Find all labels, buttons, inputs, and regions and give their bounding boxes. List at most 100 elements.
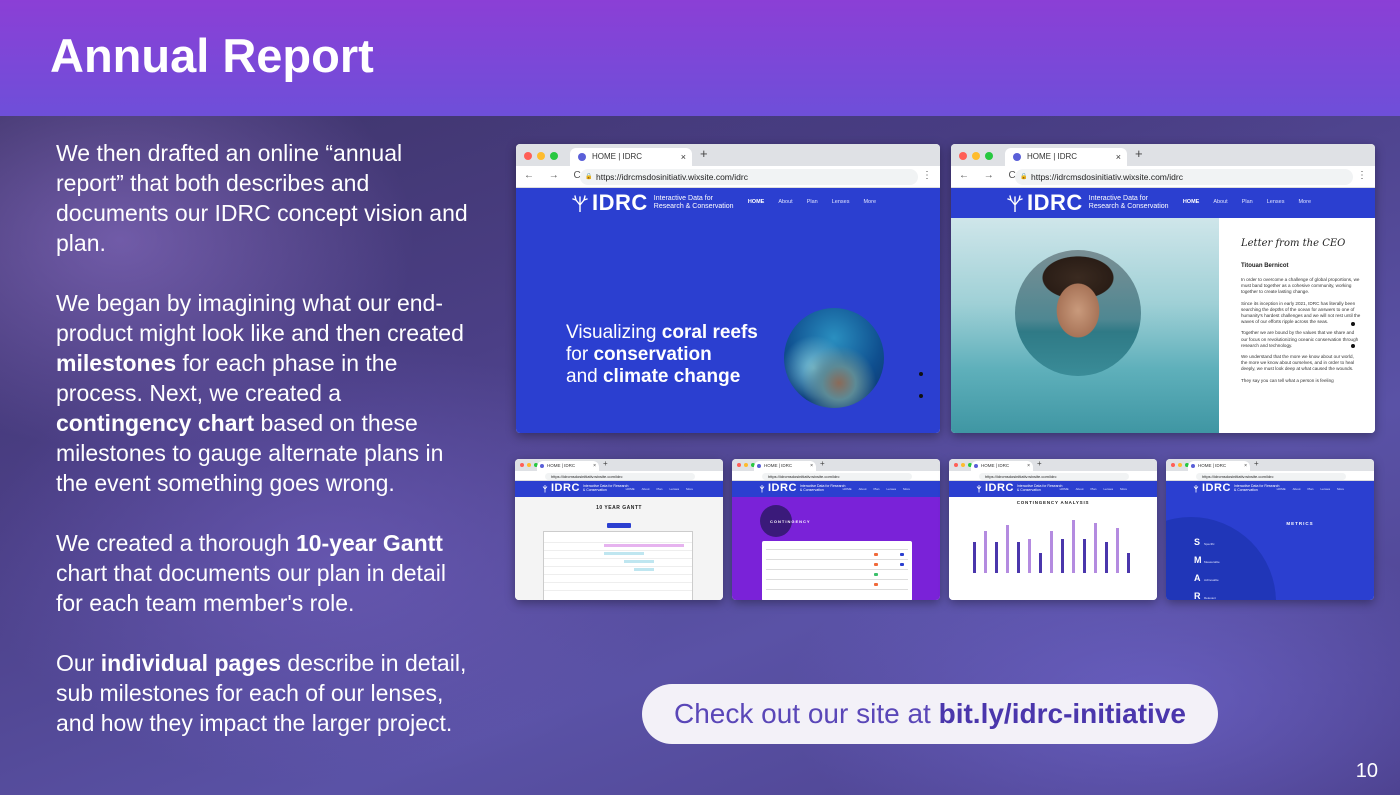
browser-tab: HOME | IDRC × (537, 461, 599, 471)
metrics-title: METRICS (1286, 521, 1314, 526)
logo-text: IDRC (768, 482, 797, 494)
browser-menu-icon: ⋮ (1357, 170, 1367, 181)
site-navbar: IDRC Interactive Data for Research & Con… (1166, 481, 1374, 497)
browser-tabbar: HOME | IDRC × + (1166, 459, 1374, 471)
coral-logo-icon (542, 485, 548, 493)
gantt-page: 10 YEAR GANTT (515, 497, 723, 600)
nav-home: HOME (747, 199, 765, 205)
hero-line3-b: climate change (602, 366, 741, 387)
p1-text: We then drafted an online “annual report… (56, 140, 468, 256)
logo-text: IDRC (985, 482, 1014, 494)
smart-word: Specific (1204, 542, 1215, 546)
minimize-dot-icon (972, 152, 980, 160)
coral-logo-icon (759, 485, 765, 493)
hero-headline: Visualizing coral reefs for conservation… (566, 322, 758, 388)
cta-link[interactable]: bit.ly/idrc-initiative (939, 698, 1186, 729)
browser-screenshot-contingency: HOME | IDRC × + https://idrcmsdosinitiat… (732, 459, 940, 600)
nav-home: HOME (842, 487, 852, 491)
browser-url: https://idrcmsdosinitiativ.wixsite.com/i… (545, 472, 695, 480)
paragraph-annual-report: We then drafted an online “annual report… (56, 138, 476, 258)
metrics-page: METRICS S Specific M Measurable A Achiev… (1166, 497, 1374, 600)
analysis-bar (1050, 531, 1053, 573)
analysis-bar (995, 542, 998, 573)
nav-more: More (1298, 199, 1311, 205)
nav-lenses: Lenses (1103, 487, 1114, 491)
p3-text-c: chart that documents our plan in detail … (56, 560, 446, 616)
browser-content: IDRC Interactive Data for Research & Con… (516, 188, 940, 433)
analysis-bar (984, 531, 987, 573)
gantt-button (607, 523, 631, 528)
favicon-icon (578, 153, 586, 161)
browser-url: https://idrcmsdosinitiativ.wixsite.com/i… (979, 472, 1129, 480)
nav-plan: Plan (1307, 487, 1314, 491)
analysis-bar (1105, 542, 1108, 573)
smart-letter-m: M (1194, 555, 1202, 565)
window-controls (959, 152, 998, 160)
browser-address-bar: https://idrcmsdosinitiativ.wixsite.com/i… (732, 471, 940, 481)
site-logo: IDRC Interactive Data for Research & Con… (758, 482, 846, 494)
ceo-photo-panel (951, 218, 1219, 433)
site-nav-items: HOME About Plan Lenses More (1270, 487, 1344, 491)
contingency-page: CONTINGENCY (732, 497, 940, 600)
tab-title: HOME | IDRC (1198, 463, 1227, 468)
p3-bold-gantt: 10-year Gantt (295, 530, 443, 556)
ceo-paragraph: They say you can tell what a person is f… (1241, 377, 1334, 383)
smart-word: Relevant (1204, 596, 1216, 600)
cta-prefix: Check out our site at (674, 698, 939, 729)
nav-more: More (903, 487, 910, 491)
hero-line2-a: for (566, 344, 594, 365)
favicon-icon (757, 464, 761, 468)
slide-title: Annual Report (50, 29, 374, 82)
close-dot-icon (1171, 463, 1175, 467)
site-navbar: IDRC Interactive Data for Research & Con… (732, 481, 940, 497)
maximize-dot-icon (550, 152, 558, 160)
browser-url: https://idrcmsdosinitiativ.wixsite.com/i… (762, 472, 912, 480)
site-logo: IDRC Interactive Data for Research & Con… (541, 482, 629, 494)
logo-subtitle: Interactive Data for Research & Conserva… (653, 195, 734, 210)
coral-logo-icon (1007, 195, 1023, 212)
hero-line1-a: Visualizing (566, 322, 662, 343)
tab-close-icon: × (1115, 152, 1121, 162)
analysis-page: CONTINGENCY ANALYSIS (949, 497, 1157, 600)
nav-plan: Plan (806, 199, 818, 205)
browser-address-bar: https://idrcmsdosinitiativ.wixsite.com/i… (515, 471, 723, 481)
site-link-callout[interactable]: Check out our site at bit.ly/idrc-initia… (642, 684, 1218, 744)
coral-logo-icon (572, 195, 588, 212)
paragraph-gantt: We created a thorough 10-year Gantt char… (56, 528, 476, 618)
browser-tabbar: HOME | IDRC × + (949, 459, 1157, 471)
analysis-title: CONTINGENCY ANALYSIS (1016, 500, 1090, 505)
p2-bold-milestones: milestones (56, 350, 177, 376)
tab-close-icon: × (593, 463, 596, 469)
ceo-paragraph: Since its inception in early 2021, IDRC … (1241, 300, 1361, 325)
nav-home: HOME (1276, 487, 1286, 491)
analysis-bar (1017, 542, 1020, 573)
contingency-table (762, 541, 912, 600)
close-dot-icon (520, 463, 524, 467)
site-logo: IDRC Interactive Data for Research & Con… (1007, 190, 1179, 216)
logo-text: IDRC (551, 482, 580, 494)
nav-lenses: Lenses (886, 487, 897, 491)
browser-tabbar: HOME | IDRC × + (515, 459, 723, 471)
browser-content: IDRC Interactive Data for Research & Con… (1166, 481, 1374, 600)
tab-close-icon: × (1027, 463, 1030, 469)
browser-screenshot-gantt: HOME | IDRC × + https://idrcmsdosinitiat… (515, 459, 723, 600)
browser-tab: HOME | IDRC × (971, 461, 1033, 471)
close-dot-icon (954, 463, 958, 467)
nav-home: HOME (1059, 487, 1069, 491)
nav-lenses: Lenses (669, 487, 680, 491)
close-dot-icon (959, 152, 967, 160)
nav-lenses: Lenses (1320, 487, 1331, 491)
site-navbar: IDRC Interactive Data for Research & Con… (515, 481, 723, 497)
analysis-bar (1006, 525, 1009, 573)
scroll-dot-icon (1351, 344, 1355, 348)
browser-tabbar: HOME | IDRC × + (516, 144, 940, 166)
site-nav-items: HOME About Plan Lenses More (734, 199, 876, 205)
nav-more: More (1120, 487, 1127, 491)
window-controls (524, 152, 563, 160)
nav-about: About (1213, 199, 1228, 205)
analysis-bar (1127, 553, 1130, 573)
site-hero: Visualizing coral reefs for conservation… (516, 218, 940, 433)
nav-plan: Plan (873, 487, 880, 491)
browser-url: https://idrcmsdosinitiativ.wixsite.com/i… (1015, 169, 1353, 185)
browser-address-bar: https://idrcmsdosinitiativ.wixsite.com/i… (949, 471, 1157, 481)
